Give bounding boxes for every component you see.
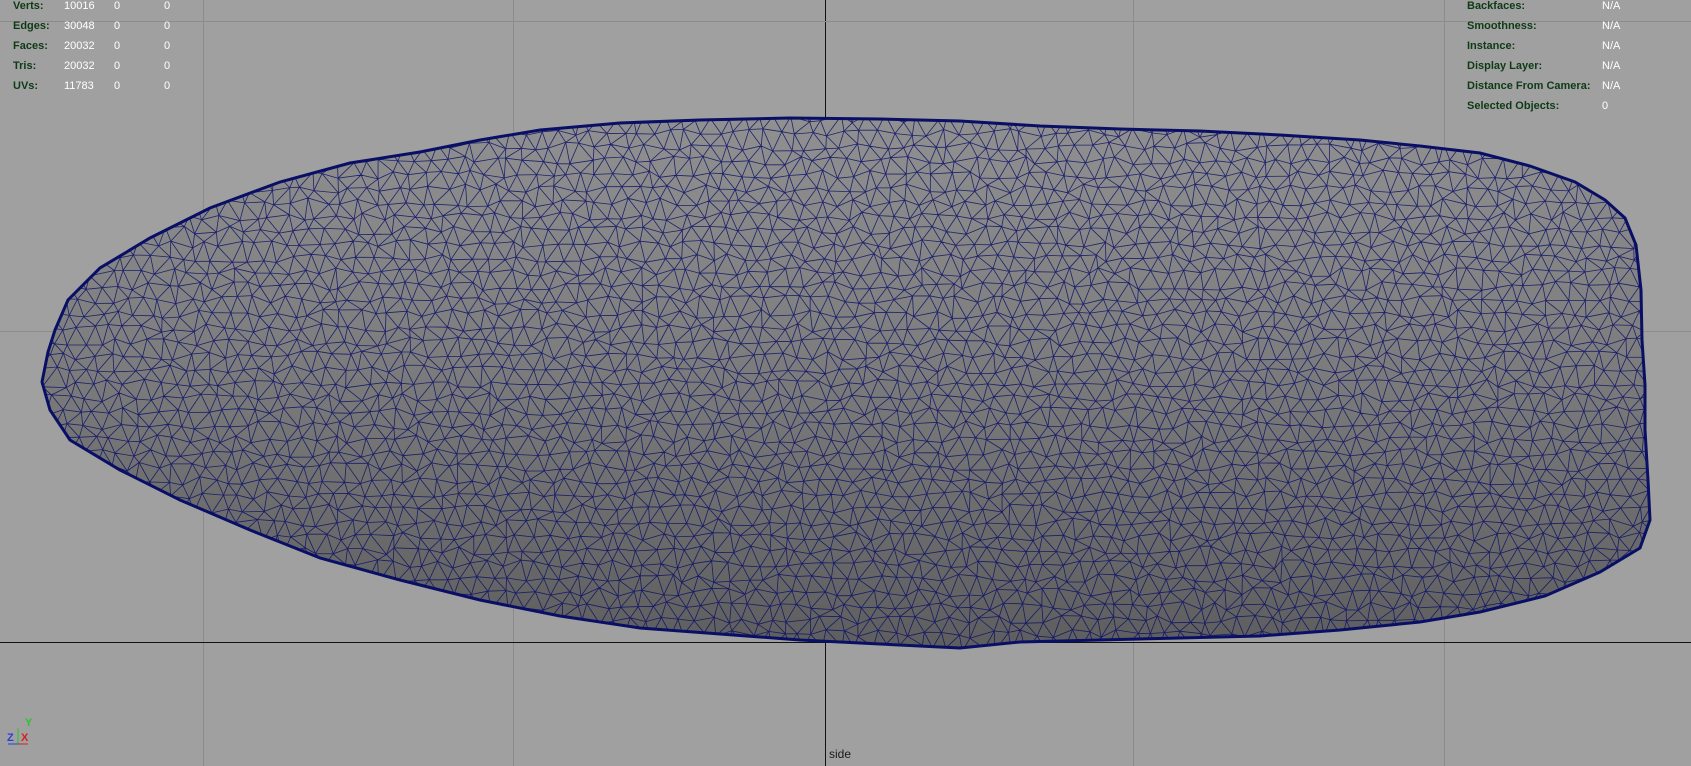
poly-count-value-selected: 0 <box>114 20 121 32</box>
poly-count-value-component: 0 <box>164 20 171 32</box>
object-details-value: N/A <box>1602 60 1621 72</box>
object-details-value: N/A <box>1602 0 1621 12</box>
object-details-label: Selected Objects: <box>1467 100 1560 112</box>
viewport-side[interactable]: Verts: 10016 0 0 Edges: 30048 0 0 Faces:… <box>0 0 1691 766</box>
scene-canvas[interactable] <box>0 0 1691 766</box>
poly-count-value-component: 0 <box>164 40 171 52</box>
poly-count-label: Tris: <box>13 60 37 72</box>
object-details-value: N/A <box>1602 80 1621 92</box>
poly-count-value-object: 20032 <box>64 60 95 72</box>
poly-count-value-object: 20032 <box>64 40 95 52</box>
poly-count-value-selected: 0 <box>114 80 121 92</box>
object-details-value: N/A <box>1602 40 1621 52</box>
poly-count-label: UVs: <box>13 80 39 92</box>
object-details-value: N/A <box>1602 20 1621 32</box>
poly-count-label: Faces: <box>13 40 48 52</box>
object-details-value: 0 <box>1602 100 1609 112</box>
poly-count-value-component: 0 <box>164 60 171 72</box>
poly-count-value-object: 30048 <box>64 20 95 32</box>
poly-count-value-component: 0 <box>164 80 171 92</box>
object-details-label: Smoothness: <box>1467 20 1537 32</box>
poly-count-label: Edges: <box>13 20 50 32</box>
poly-count-value-object: 11783 <box>64 80 94 92</box>
mesh-object[interactable] <box>26 101 1691 695</box>
poly-count-value-selected: 0 <box>114 60 121 72</box>
poly-count-value-component: 0 <box>164 0 171 12</box>
object-details-label: Distance From Camera: <box>1467 80 1591 92</box>
camera-name-label: side <box>829 747 852 761</box>
object-details-label: Backfaces: <box>1467 0 1526 12</box>
poly-count-label: Verts: <box>13 0 44 12</box>
poly-count-value-object: 10016 <box>64 0 95 12</box>
x-axis-label: X <box>21 732 29 744</box>
poly-count-value-selected: 0 <box>114 0 121 12</box>
poly-count-value-selected: 0 <box>114 40 121 52</box>
y-axis-label: Y <box>25 717 33 729</box>
z-axis-label: Z <box>7 732 14 744</box>
object-details-label: Display Layer: <box>1467 60 1543 72</box>
axis-gizmo: Y Z X <box>7 717 33 745</box>
object-details-label: Instance: <box>1467 40 1516 52</box>
